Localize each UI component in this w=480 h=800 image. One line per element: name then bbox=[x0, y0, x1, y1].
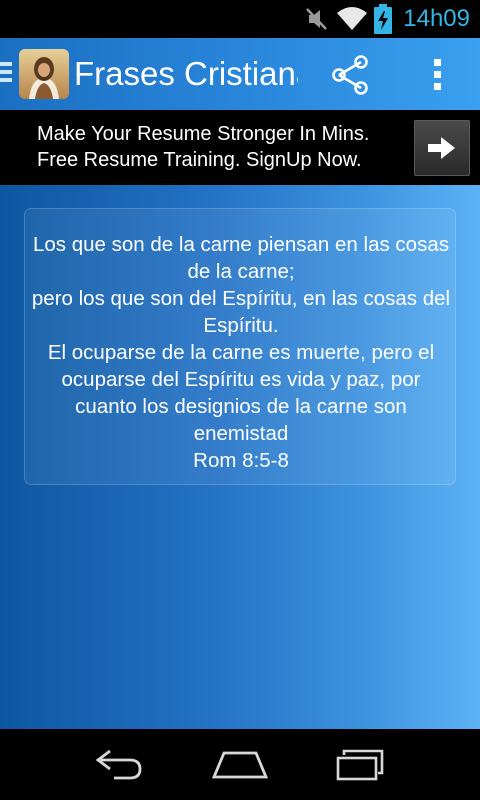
share-icon[interactable] bbox=[328, 54, 374, 96]
status-bar: 14h09 bbox=[0, 0, 480, 38]
back-icon[interactable] bbox=[90, 747, 150, 783]
home-icon[interactable] bbox=[210, 747, 270, 783]
app-screen: 14h09 Frases Cristianas bbox=[0, 0, 480, 800]
quote-text: Los que son de la carne piensan en las c… bbox=[31, 233, 451, 472]
ad-headline: Make Your Resume Stronger In Mins. bbox=[37, 123, 370, 145]
navigation-bar bbox=[0, 729, 480, 800]
content-area: Los que son de la carne piensan en las c… bbox=[0, 185, 480, 729]
mute-icon bbox=[304, 6, 330, 37]
app-title: Frases Cristianas bbox=[74, 55, 298, 92]
app-icon[interactable] bbox=[19, 49, 69, 99]
wifi-icon bbox=[336, 4, 368, 37]
recent-apps-icon[interactable] bbox=[330, 747, 390, 783]
arrow-right-icon bbox=[428, 137, 455, 159]
action-bar: Frases Cristianas bbox=[0, 38, 480, 110]
battery-charging-icon bbox=[374, 4, 392, 39]
ad-go-button[interactable] bbox=[414, 120, 470, 176]
drawer-indicator-icon[interactable] bbox=[0, 62, 14, 86]
status-time: 14h09 bbox=[403, 5, 470, 32]
ad-banner[interactable]: Make Your Resume Stronger In Mins. Free … bbox=[0, 110, 480, 295]
quote-card: Los que son de la carne piensan en las c… bbox=[24, 208, 456, 485]
overflow-menu-icon[interactable] bbox=[420, 50, 456, 98]
ad-description: Free Resume Training. SignUp Now. bbox=[37, 149, 362, 171]
